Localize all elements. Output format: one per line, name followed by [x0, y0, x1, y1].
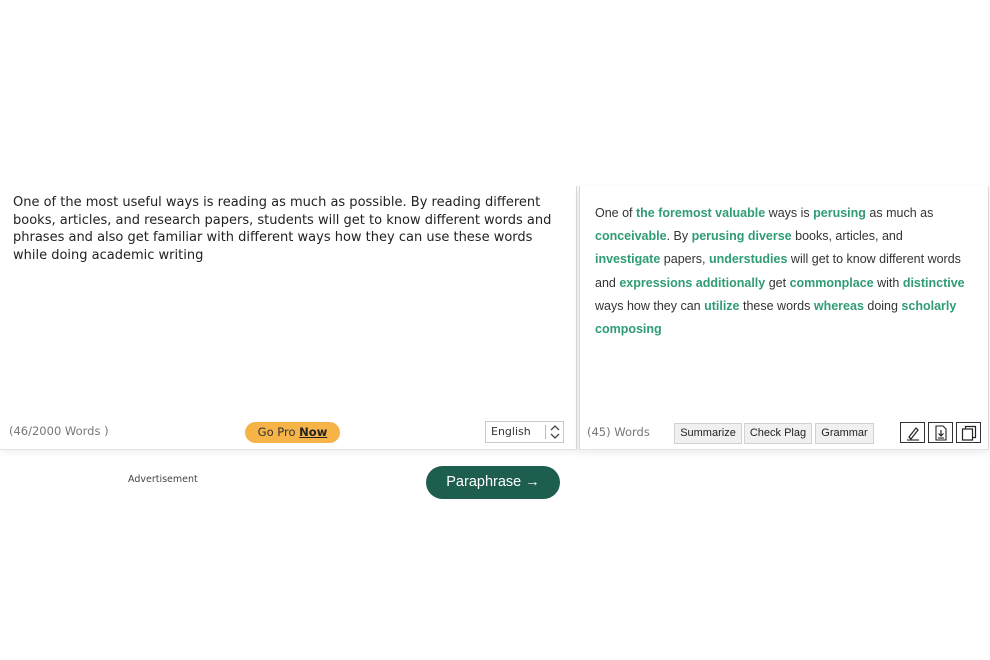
output-text: One of the foremost valuable ways is per… — [595, 202, 970, 341]
changed-word[interactable]: whereas — [814, 299, 864, 313]
changed-word[interactable]: distinctive — [903, 276, 965, 290]
language-value: English — [491, 425, 531, 438]
changed-word[interactable]: understudies — [709, 252, 788, 266]
changed-word[interactable]: investigate — [595, 252, 660, 266]
go-pro-button[interactable]: Go Pro Now — [245, 422, 340, 443]
copy-icon — [961, 425, 977, 441]
output-segment: as much as — [865, 206, 934, 220]
changed-word[interactable]: the foremost valuable — [636, 206, 765, 220]
advertisement-label: Advertisement — [128, 474, 198, 485]
output-segment: ways how they can — [595, 298, 705, 313]
output-word-count: (45) Words — [587, 425, 650, 439]
output-segment: ways is — [765, 206, 814, 220]
input-panel: One of the most useful ways is reading a… — [0, 186, 577, 450]
go-pro-label: Go Pro — [257, 425, 296, 439]
eraser-icon — [907, 427, 919, 441]
output-panel: One of the foremost valuable ways is per… — [579, 186, 989, 450]
download-button[interactable] — [928, 422, 953, 443]
summarize-button[interactable]: Summarize — [674, 423, 742, 444]
output-segment: get — [765, 275, 790, 290]
input-textarea[interactable]: One of the most useful ways is reading a… — [13, 194, 561, 264]
grammar-button[interactable]: Grammar — [815, 423, 874, 444]
output-segment: . By — [666, 229, 692, 244]
output-segment: papers, — [660, 252, 709, 267]
download-icon — [935, 425, 947, 441]
go-pro-now: Now — [299, 425, 328, 439]
language-select[interactable]: English — [485, 421, 564, 443]
check-plag-button[interactable]: Check Plag — [744, 423, 812, 444]
changed-word[interactable]: expressions additionally — [619, 276, 765, 290]
paraphrase-button[interactable]: Paraphrase → — [426, 466, 560, 499]
changed-word[interactable]: utilize — [704, 299, 739, 313]
input-word-count: (46/2000 Words ) — [9, 424, 109, 438]
output-segment: with — [873, 275, 903, 290]
output-segment: One of — [595, 206, 636, 220]
output-segment: doing — [863, 298, 902, 313]
eraser-button[interactable] — [900, 422, 925, 443]
changed-word[interactable]: commonplace — [790, 276, 874, 290]
changed-word[interactable]: perusing diverse — [692, 229, 792, 243]
select-divider — [545, 425, 546, 439]
stepper-icon — [550, 425, 560, 439]
output-segment: books, articles, and — [791, 229, 903, 244]
copy-button[interactable] — [956, 422, 981, 443]
output-segment: these words — [739, 298, 814, 313]
changed-word[interactable]: perusing — [813, 206, 866, 220]
changed-word[interactable]: conceivable — [595, 229, 667, 243]
